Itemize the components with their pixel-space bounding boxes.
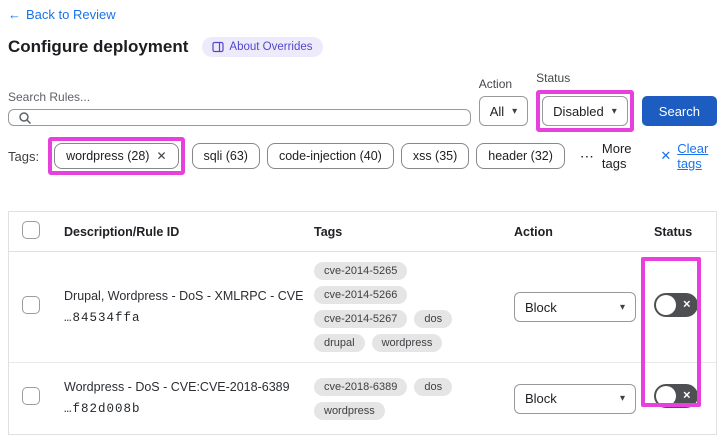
search-rules-label: Search Rules... <box>8 90 91 104</box>
rule-id: …84534ffa <box>64 310 141 325</box>
header-description: Description/Rule ID <box>64 224 180 239</box>
rule-action-cell: Block ▾ <box>509 292 649 322</box>
rule-tag-badge: cve-2014-5265 <box>314 262 408 280</box>
status-toggle-off[interactable]: ✕ <box>654 384 698 408</box>
action-select-value: Block <box>525 299 557 315</box>
header-checkbox-cell <box>9 221 59 242</box>
selected-tag-annotation-highlight: wordpress (28) ✕ <box>48 137 185 175</box>
tag-filter-pill[interactable]: xss (35) <box>400 143 470 169</box>
clear-tags-label: Clear tags <box>677 141 709 171</box>
rule-tag-badge: drupal <box>314 334 365 352</box>
status-filter-field: Status Disabled ▾ <box>536 71 634 132</box>
rule-status-cell: ✕ <box>649 384 716 413</box>
tag-filter-pill[interactable]: code-injection (40) <box>266 143 394 169</box>
tag-filter-pill[interactable]: header (32) <box>476 143 565 169</box>
row-checkbox[interactable] <box>22 295 40 314</box>
tag-filter-label: wordpress (28) <box>66 149 150 163</box>
rules-table: Description/Rule ID Tags Action Status D… <box>8 211 717 435</box>
chevron-down-icon: ▾ <box>619 301 625 313</box>
chevron-down-icon: ▾ <box>512 105 518 117</box>
status-filter-dropdown[interactable]: Disabled ▾ <box>542 96 628 126</box>
tag-filter-list: sqli (63) code-injection (40) xss (35) head… <box>191 143 565 169</box>
rule-description-cell: Wordpress - DoS - CVE:CVE-2018-6389 …f82… <box>59 377 309 420</box>
action-select-dropdown[interactable]: Block ▾ <box>514 292 636 322</box>
tag-filter-wordpress[interactable]: wordpress (28) ✕ <box>54 143 179 169</box>
about-overrides-label: About Overrides <box>229 41 313 53</box>
row-checkbox-cell <box>9 387 59 410</box>
back-to-review-link[interactable]: ← Back to Review <box>8 7 116 22</box>
search-field: Search Rules... <box>8 90 471 126</box>
back-arrow-icon: ← <box>8 7 21 22</box>
rule-tag-badge: dos <box>414 310 453 328</box>
search-input-box[interactable] <box>8 109 471 126</box>
action-filter-dropdown[interactable]: All ▾ <box>478 96 529 126</box>
action-select-dropdown[interactable]: Block ▾ <box>514 383 636 414</box>
rule-tag-badge: wordpress <box>371 334 443 352</box>
rule-tags-cell: cve-2018-6389 dos wordpress <box>309 368 509 430</box>
about-overrides-badge[interactable]: About Overrides <box>202 37 323 57</box>
search-button[interactable]: Search <box>641 96 717 126</box>
toggle-x-icon: ✕ <box>682 390 691 402</box>
table-row: Wordpress - DoS - CVE:CVE-2018-6389 …f82… <box>9 363 716 434</box>
clear-tags-icon: ✕ <box>660 148 672 163</box>
rule-status-cell: ✕ <box>649 292 716 322</box>
more-tags-label: More tags <box>601 141 632 171</box>
rule-tag-badge: cve-2014-5266 <box>314 286 408 304</box>
status-filter-label: Status <box>536 71 571 85</box>
action-filter-label: Action <box>478 77 513 91</box>
remove-tag-icon[interactable]: ✕ <box>156 149 166 163</box>
action-select-value: Block <box>525 391 557 406</box>
search-rules-input[interactable] <box>38 110 461 125</box>
table-header-row: Description/Rule ID Tags Action Status <box>9 212 716 252</box>
table-row: Drupal, Wordpress - DoS - XMLRPC - CVE:C… <box>9 252 716 363</box>
chevron-down-icon: ▾ <box>611 105 617 117</box>
book-icon <box>212 41 225 53</box>
page-title: Configure deployment <box>8 37 189 56</box>
row-checkbox[interactable] <box>22 387 40 405</box>
toggle-knob <box>656 294 676 315</box>
status-filter-value: Disabled <box>553 103 604 119</box>
more-tags-button[interactable]: ⋯ More tags <box>580 141 639 171</box>
action-filter-field: Action All ▾ <box>478 77 529 126</box>
row-checkbox-cell <box>9 295 59 319</box>
clear-tags-button[interactable]: ✕ Clear tags <box>660 141 717 171</box>
tag-filter-pill[interactable]: sqli (63) <box>191 143 260 169</box>
toggle-knob <box>656 386 676 406</box>
rule-tag-badge: wordpress <box>314 401 385 420</box>
filter-row: Search Rules... Action All ▾ Status Disa… <box>8 71 717 132</box>
rule-tags-cell: cve-2014-5265 cve-2014-5266 cve-2014-5267 d… <box>309 252 509 362</box>
action-filter-value: All <box>489 103 505 119</box>
rule-id: …f82d008b <box>64 402 141 416</box>
rule-tag-badge: cve-2014-5267 <box>314 310 408 328</box>
toggle-x-icon: ✕ <box>682 299 691 310</box>
rule-tag-badge: cve-2018-6389 <box>314 377 408 396</box>
ellipsis-icon: ⋯ <box>579 147 595 164</box>
chevron-down-icon: ▾ <box>619 393 625 404</box>
back-link-label: Back to Review <box>26 7 116 22</box>
rule-tag-badge: dos <box>414 377 453 396</box>
rule-description: Wordpress - DoS - CVE:CVE-2018-6389 <box>64 380 290 394</box>
header-status: Status <box>654 224 693 239</box>
rule-description-cell: Drupal, Wordpress - DoS - XMLRPC - CVE:C… <box>59 286 309 329</box>
configure-deployment-page: ← Back to Review Configure deployment Ab… <box>0 0 725 435</box>
rule-action-cell: Block ▾ <box>509 383 649 414</box>
header-tags: Tags <box>314 224 343 239</box>
title-row: Configure deployment About Overrides <box>8 37 717 57</box>
search-icon <box>19 111 32 124</box>
header-action: Action <box>514 224 553 239</box>
status-filter-annotation-highlight: Disabled ▾ <box>536 90 634 132</box>
select-all-checkbox[interactable] <box>22 221 40 239</box>
tags-label: Tags: <box>8 148 40 164</box>
tags-bar: Tags: wordpress (28) ✕ sqli (63) code-inj… <box>8 137 717 175</box>
rule-description: Drupal, Wordpress - DoS - XMLRPC - CVE:C… <box>64 288 304 303</box>
status-toggle-off[interactable]: ✕ <box>654 292 698 317</box>
